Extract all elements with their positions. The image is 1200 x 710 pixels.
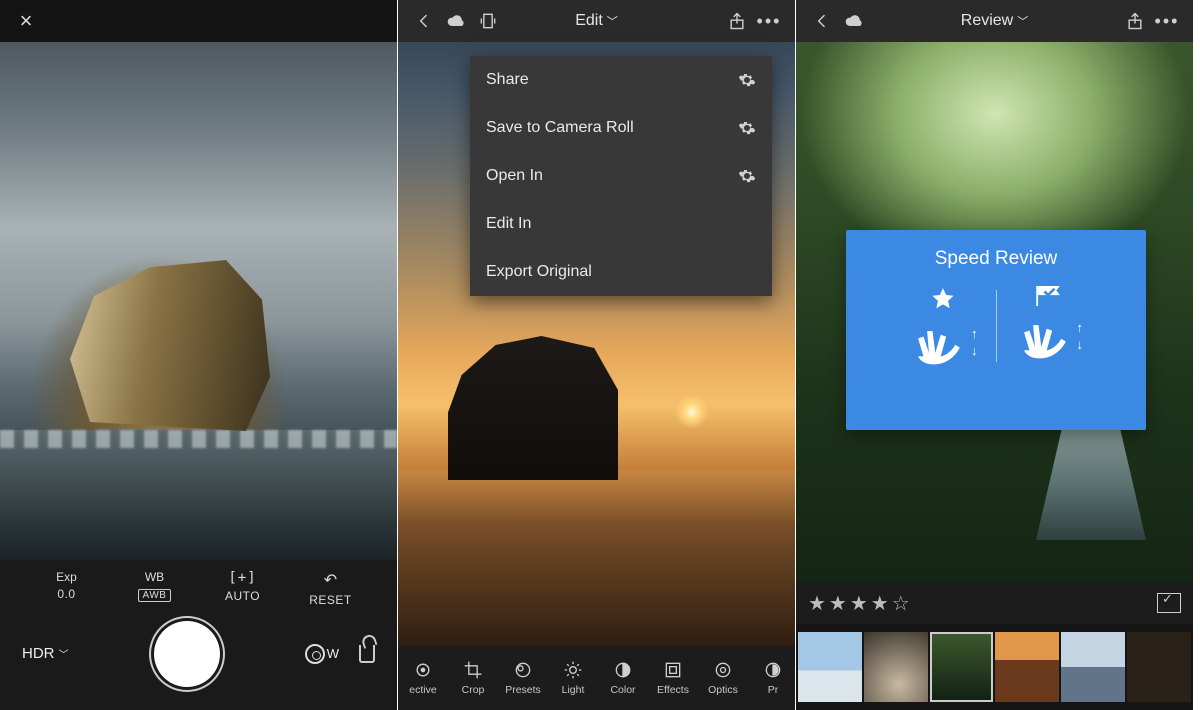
rating-bar: ★★★★☆ — [796, 582, 1193, 624]
menu-item-label: Save to Camera Roll — [486, 119, 634, 137]
exposure-control[interactable]: Exp 0.0 — [40, 570, 94, 607]
tool-color[interactable]: Color — [598, 646, 648, 710]
tool-optics[interactable]: Optics — [698, 646, 748, 710]
menu-item-open-in[interactable]: Open In — [470, 152, 772, 200]
capture-mode-dropdown[interactable]: HDR﹀ — [22, 645, 69, 662]
undo-icon: ↶ — [304, 570, 358, 590]
effects-icon — [663, 660, 683, 680]
thumbnail[interactable] — [1061, 632, 1125, 702]
thumbnail[interactable] — [995, 632, 1059, 702]
flag-gesture: ↑↓ — [1015, 286, 1084, 366]
edit-screen: Edit﹀ ••• ShareSave to Camera RollOpen I… — [398, 0, 796, 710]
speed-review-card: Speed Review ↑↓ ↑↓ — [846, 230, 1146, 430]
camera-controls: Exp 0.0 WB AWB [+] AUTO ↶ RESET HDR﹀ — [0, 560, 397, 710]
tool-crop[interactable]: Crop — [448, 646, 498, 710]
tool-presets[interactable]: Presets — [498, 646, 548, 710]
tool-effects[interactable]: Effects — [648, 646, 698, 710]
share-button[interactable] — [1119, 5, 1151, 37]
thumbnail[interactable] — [798, 632, 862, 702]
presets-icon — [513, 660, 533, 680]
rate-gesture: ↑↓ — [909, 286, 978, 366]
lens-wide-toggle[interactable]: W — [305, 644, 339, 664]
thumbnail[interactable] — [930, 632, 994, 702]
menu-item-label: Share — [486, 71, 529, 89]
back-button[interactable] — [408, 5, 440, 37]
review-screen: Review﹀ ••• Speed Review ↑↓ ↑↓ — [796, 0, 1194, 710]
lens-icon — [305, 644, 325, 664]
reset-button[interactable]: ↶ RESET — [304, 570, 358, 607]
share-menu: Share Save to Camera Roll Open In Edit In Ex… — [470, 56, 772, 296]
swipe-hand-icon — [909, 318, 967, 366]
star-rating[interactable]: ★★★★☆ — [808, 591, 913, 616]
crop-icon — [463, 660, 483, 680]
star-icon — [930, 286, 956, 312]
light-icon — [563, 660, 583, 680]
flag-toggle[interactable] — [1157, 593, 1181, 613]
gear-icon[interactable] — [738, 119, 756, 137]
speed-review-title: Speed Review — [935, 248, 1058, 270]
menu-item-edit-in[interactable]: Edit In — [470, 200, 772, 248]
optics-icon — [713, 660, 733, 680]
tool-more[interactable]: Pr — [748, 646, 796, 710]
menu-item-share[interactable]: Share — [470, 56, 772, 104]
thumbnail[interactable] — [1127, 632, 1191, 702]
back-button[interactable] — [806, 5, 838, 37]
gear-icon[interactable] — [738, 167, 756, 185]
menu-item-label: Export Original — [486, 263, 592, 281]
lock-icon[interactable] — [359, 645, 375, 663]
auto-button[interactable]: [+] AUTO — [216, 570, 270, 607]
selective-icon — [413, 660, 433, 680]
filmstrip[interactable] — [796, 624, 1193, 710]
cloud-icon[interactable] — [440, 5, 472, 37]
bracket-plus-icon: [+] — [216, 570, 270, 586]
white-balance-control[interactable]: WB AWB — [128, 570, 182, 607]
camera-screen: × Exp 0.0 WB AWB [+] AUTO ↶ RESET HDR﹀ — [0, 0, 398, 710]
thumbnail[interactable] — [864, 632, 928, 702]
share-button[interactable] — [721, 5, 753, 37]
menu-item-label: Open In — [486, 167, 543, 185]
more-button[interactable]: ••• — [753, 5, 785, 37]
shutter-button[interactable] — [154, 621, 220, 687]
more-button[interactable]: ••• — [1151, 5, 1183, 37]
edit-tool-strip: ectiveCropPresetsLightColorEffectsOptics… — [398, 646, 795, 710]
close-button[interactable]: × — [10, 5, 42, 37]
cloud-icon[interactable] — [838, 5, 870, 37]
gear-icon[interactable] — [738, 71, 756, 89]
menu-item-label: Edit In — [486, 215, 531, 233]
tool-light[interactable]: Light — [548, 646, 598, 710]
aspect-icon[interactable] — [472, 5, 504, 37]
tool-selective[interactable]: ective — [398, 646, 448, 710]
menu-item-save-to-camera-roll[interactable]: Save to Camera Roll — [470, 104, 772, 152]
more-icon — [763, 660, 783, 680]
menu-item-export-original[interactable]: Export Original — [470, 248, 772, 296]
color-icon — [613, 660, 633, 680]
flag-check-icon — [1036, 286, 1062, 306]
swipe-hand-icon — [1015, 312, 1073, 360]
